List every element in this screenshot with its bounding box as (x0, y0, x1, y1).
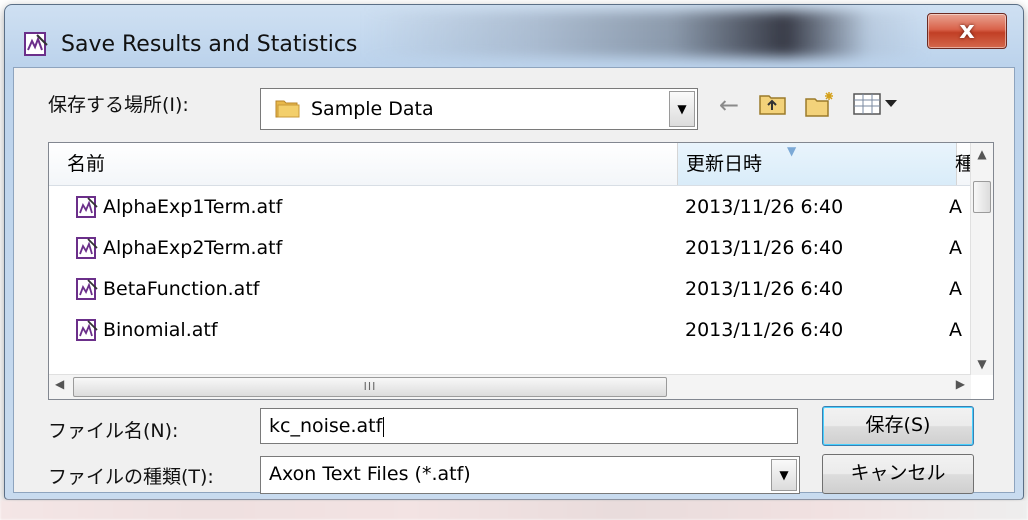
horizontal-scrollbar[interactable]: ◀ III ▶ (49, 374, 971, 399)
filetype-dropdown[interactable]: Axon Text Files (*.atf) ▼ (260, 456, 800, 494)
chevron-down-icon: ▼ (779, 468, 789, 482)
file-row[interactable]: BetaFunction.atf 2013/11/26 6:40 A (49, 269, 971, 310)
chevron-down-icon: ▼ (677, 102, 687, 116)
close-button[interactable]: x (927, 13, 1007, 49)
file-rows: AlphaExp1Term.atf 2013/11/26 6:40 A Alph… (49, 187, 971, 351)
scroll-down-icon[interactable]: ▼ (971, 357, 993, 371)
close-icon: x (959, 16, 975, 44)
scroll-grip-icon: III (363, 380, 377, 393)
lookin-dropdown[interactable]: Sample Data ▼ (260, 88, 698, 130)
filetype-value: Axon Text Files (*.atf) (269, 463, 471, 485)
horizontal-scroll-thumb[interactable]: III (73, 377, 667, 397)
cancel-button[interactable]: キャンセル (822, 454, 974, 494)
lookin-value: Sample Data (311, 98, 434, 120)
save-button[interactable]: 保存(S) (822, 406, 974, 446)
save-dialog-window: Save Results and Statistics x 保存する場所(I):… (4, 4, 1024, 500)
file-name: Binomial.atf (103, 319, 218, 341)
dialog-body: 保存する場所(I): Sample Data ▼ ← 名前 更新日時 ▼ 種 A… (13, 67, 1015, 494)
atf-file-icon (76, 237, 98, 259)
filetype-label: ファイルの種類(T): (48, 466, 214, 488)
column-header-name[interactable]: 名前 (67, 143, 657, 185)
filename-label: ファイル名(N): (48, 420, 179, 442)
vertical-scrollbar[interactable]: ▲ ▼ (970, 143, 993, 375)
folder-icon (275, 100, 300, 118)
back-button[interactable]: ← (714, 90, 744, 120)
file-date: 2013/11/26 6:40 (685, 196, 844, 218)
app-icon (24, 32, 48, 56)
scroll-up-icon[interactable]: ▲ (971, 147, 993, 161)
file-list[interactable]: 名前 更新日時 ▼ 種 AlphaExp1Term.atf 2013/11/26… (48, 142, 994, 400)
scroll-right-icon[interactable]: ▶ (956, 377, 965, 391)
file-row[interactable]: AlphaExp2Term.atf 2013/11/26 6:40 A (49, 228, 971, 269)
scroll-left-icon[interactable]: ◀ (55, 377, 64, 391)
vertical-scroll-thumb[interactable] (973, 181, 991, 213)
filename-value: kc_noise.atf (269, 415, 383, 437)
atf-file-icon (76, 319, 98, 341)
dialog-title: Save Results and Statistics (61, 32, 358, 57)
view-menu-icon (853, 93, 897, 115)
file-type: A (949, 278, 962, 300)
back-arrow-icon: ← (718, 91, 740, 119)
file-date: 2013/11/26 6:40 (685, 237, 844, 259)
file-date: 2013/11/26 6:40 (685, 319, 844, 341)
file-type: A (949, 319, 962, 341)
atf-file-icon (76, 196, 98, 218)
sort-indicator-icon: ▼ (787, 144, 797, 158)
file-row[interactable]: AlphaExp1Term.atf 2013/11/26 6:40 A (49, 187, 971, 228)
file-date: 2013/11/26 6:40 (685, 278, 844, 300)
up-folder-button[interactable] (756, 90, 790, 120)
file-type: A (949, 196, 962, 218)
view-menu-button[interactable] (852, 90, 902, 120)
lookin-dropdown-arrow[interactable]: ▼ (669, 91, 695, 127)
filetype-dropdown-arrow[interactable]: ▼ (771, 459, 797, 491)
file-row[interactable]: Binomial.atf 2013/11/26 6:40 A (49, 310, 971, 351)
filename-input[interactable]: kc_noise.atf (260, 408, 798, 444)
atf-file-icon (76, 278, 98, 300)
file-type: A (949, 237, 962, 259)
column-header-date[interactable]: 更新日時 (677, 143, 957, 185)
list-header: 名前 更新日時 ▼ 種 (49, 143, 974, 186)
up-folder-icon (759, 95, 786, 115)
background-strip (0, 500, 1028, 520)
lookin-label: 保存する場所(I): (48, 94, 189, 116)
file-name: AlphaExp1Term.atf (103, 196, 283, 218)
new-folder-icon (805, 92, 833, 117)
new-folder-button[interactable] (802, 90, 838, 120)
file-name: AlphaExp2Term.atf (103, 237, 283, 259)
title-bar[interactable]: Save Results and Statistics x (5, 5, 1023, 73)
file-name: BetaFunction.atf (103, 278, 260, 300)
title-bar-background (365, 11, 925, 57)
text-caret (383, 416, 385, 437)
